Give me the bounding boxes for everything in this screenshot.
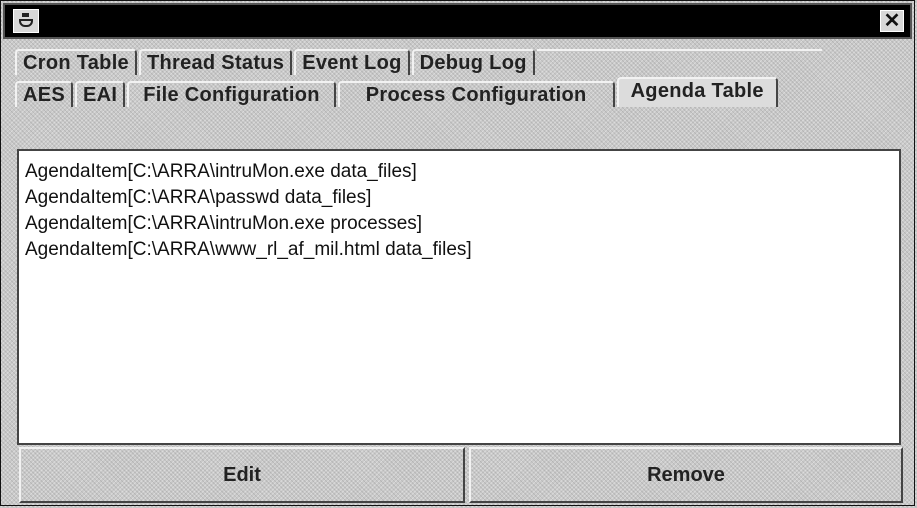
tab-eai[interactable]: EAI [75, 81, 126, 107]
tab-row-bottom: AES EAI File Configuration Process Confi… [15, 77, 780, 107]
java-cup-icon[interactable] [13, 9, 39, 33]
tab-row-filler [536, 49, 822, 75]
tab-aes[interactable]: AES [15, 81, 74, 107]
main-window: ✕ Cron Table Thread Status Event Log Deb… [0, 0, 915, 506]
tab-file-configuration[interactable]: File Configuration [127, 81, 336, 107]
edit-button[interactable]: Edit [19, 447, 465, 503]
tab-agenda-table[interactable]: Agenda Table [616, 77, 778, 107]
remove-button[interactable]: Remove [469, 447, 903, 503]
list-item[interactable]: AgendaItem[C:\ARRA\intruMon.exe data_fil… [19, 159, 899, 185]
tab-event-log[interactable]: Event Log [294, 49, 410, 75]
list-item[interactable]: AgendaItem[C:\ARRA\www_rl_af_mil.html da… [19, 237, 899, 263]
tab-row-top: Cron Table Thread Status Event Log Debug… [15, 45, 822, 75]
tab-process-configuration[interactable]: Process Configuration [337, 81, 615, 107]
tab-cron-table[interactable]: Cron Table [15, 49, 137, 75]
list-item[interactable]: AgendaItem[C:\ARRA\intruMon.exe processe… [19, 211, 899, 237]
tab-debug-log[interactable]: Debug Log [411, 49, 535, 75]
tab-thread-status[interactable]: Thread Status [138, 49, 293, 75]
title-bar: ✕ [3, 3, 912, 39]
close-icon[interactable]: ✕ [880, 10, 904, 32]
agenda-list[interactable]: AgendaItem[C:\ARRA\intruMon.exe data_fil… [17, 149, 901, 445]
list-item[interactable]: AgendaItem[C:\ARRA\passwd data_files] [19, 185, 899, 211]
